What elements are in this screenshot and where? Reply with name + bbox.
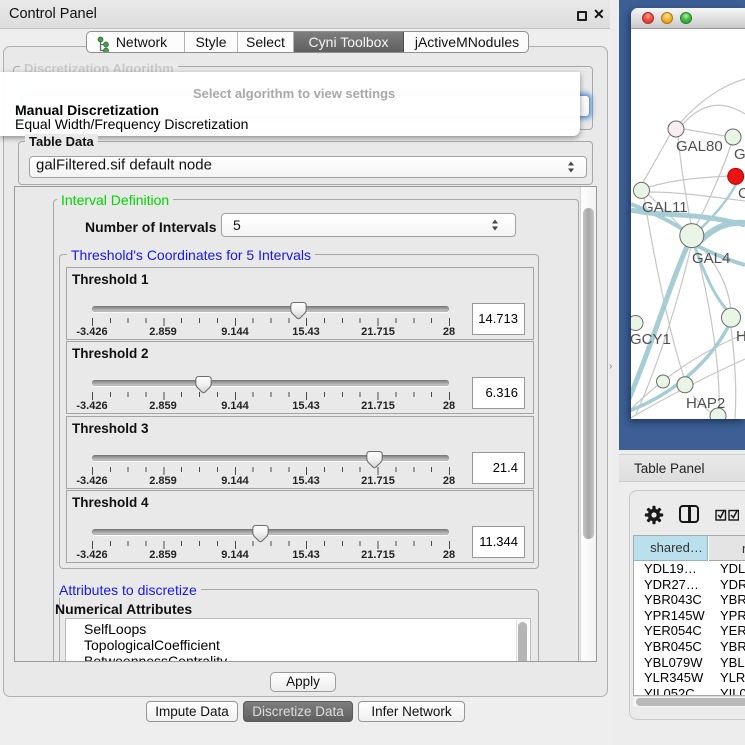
- svg-text:H: H: [736, 328, 745, 345]
- svg-text:GCY1: GCY1: [631, 331, 671, 348]
- svg-text:GAL4: GAL4: [692, 250, 730, 267]
- svg-text:GAL80: GAL80: [676, 138, 723, 155]
- svg-text:GA: GA: [734, 146, 745, 163]
- svg-text:HAP2: HAP2: [686, 395, 725, 412]
- svg-text:C: C: [738, 185, 745, 202]
- svg-text:GAL11: GAL11: [642, 199, 688, 216]
